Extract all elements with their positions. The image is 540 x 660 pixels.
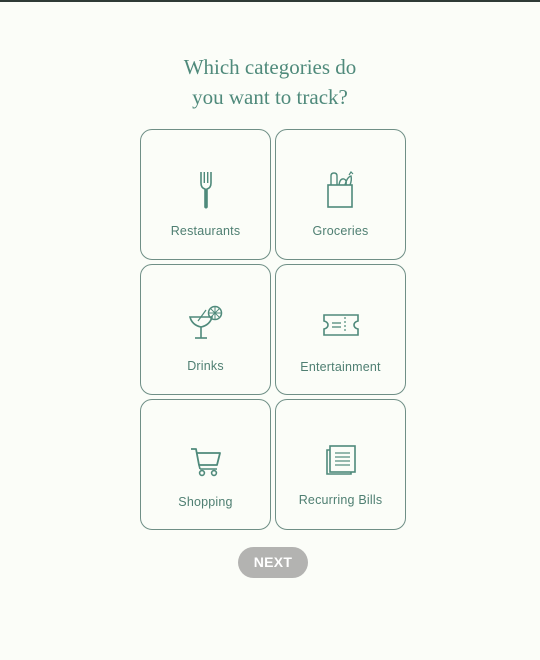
page-title: Which categories do you want to track?	[0, 52, 540, 112]
category-label: Shopping	[178, 495, 233, 509]
category-label: Groceries	[312, 224, 369, 238]
title-line-2: you want to track?	[192, 85, 348, 109]
grocery-bag-icon	[321, 170, 361, 210]
category-label: Entertainment	[300, 360, 381, 374]
category-label: Restaurants	[170, 224, 241, 238]
category-label: Drinks	[187, 359, 224, 373]
fork-icon	[186, 170, 226, 210]
shopping-cart-icon	[186, 442, 226, 482]
category-tile-recurring-bills[interactable]: Recurring Bills	[275, 399, 406, 530]
bills-document-icon	[321, 440, 361, 480]
category-grid: Restaurants Groceries Drinks Entertainme…	[140, 129, 406, 530]
category-tile-entertainment[interactable]: Entertainment	[275, 264, 406, 395]
ticket-icon	[321, 305, 361, 345]
top-divider	[0, 0, 540, 2]
title-line-1: Which categories do	[183, 55, 357, 79]
category-tile-shopping[interactable]: Shopping	[140, 399, 271, 530]
category-label: Recurring Bills	[298, 493, 383, 507]
category-tile-groceries[interactable]: Groceries	[275, 129, 406, 260]
next-button[interactable]: NEXT	[238, 547, 308, 578]
category-tile-restaurants[interactable]: Restaurants	[140, 129, 271, 260]
cocktail-icon	[186, 303, 226, 343]
category-tile-drinks[interactable]: Drinks	[140, 264, 271, 395]
